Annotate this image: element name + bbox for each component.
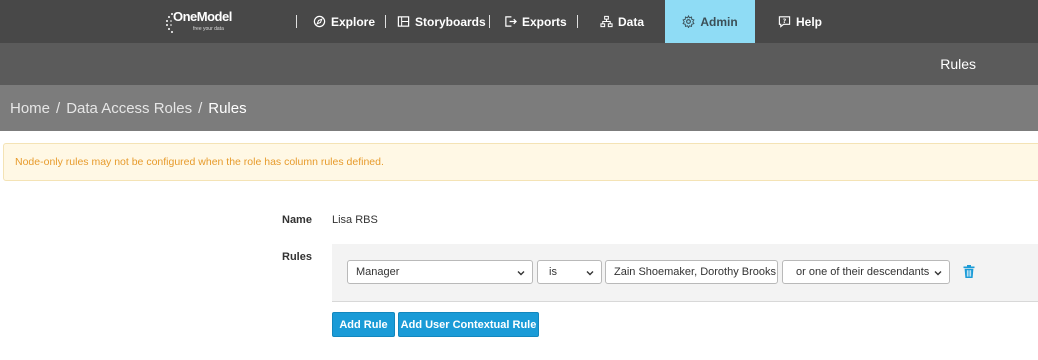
breadcrumb-home[interactable]: Home	[10, 100, 50, 117]
nav-separator	[577, 15, 578, 28]
rule-operator-value: is	[549, 266, 557, 278]
rule-operator-select[interactable]: is	[537, 260, 602, 284]
nav-separator	[385, 15, 386, 28]
rule-values-input[interactable]: Zain Shoemaker, Dorothy Brooks	[605, 260, 778, 284]
nav-data-label: Data	[618, 14, 645, 29]
rule-field-select[interactable]: Manager	[347, 260, 533, 284]
gear-icon	[682, 15, 695, 28]
compass-icon	[313, 15, 326, 28]
chevron-down-icon	[517, 271, 525, 276]
nav-admin-label: Admin	[700, 14, 738, 29]
nav-separator	[296, 15, 297, 28]
add-user-contextual-rule-button[interactable]: Add User Contextual Rule	[398, 312, 539, 337]
nav-help-label: Help	[796, 14, 823, 29]
breadcrumb: Home / Data Access Roles / Rules	[0, 85, 1038, 131]
nav-storyboards-label: Storyboards	[415, 14, 486, 29]
page-title: Rules	[940, 56, 976, 72]
warning-alert: Node-only rules may not be configured wh…	[3, 143, 1038, 181]
help-chat-icon: ?	[778, 16, 791, 28]
rules-label: Rules	[282, 251, 312, 263]
chevron-down-icon	[586, 271, 594, 276]
nav-exports-label: Exports	[522, 14, 567, 29]
rule-scope-value: or one of their descendants	[796, 266, 930, 278]
add-rule-button[interactable]: Add Rule	[332, 312, 395, 337]
rule-values-text: Zain Shoemaker, Dorothy Brooks	[614, 266, 777, 278]
breadcrumb-separator: /	[56, 99, 61, 117]
nav-storyboards[interactable]: Storyboards	[397, 0, 486, 43]
warning-text: Node-only rules may not be configured wh…	[15, 156, 384, 168]
title-bar: Rules	[0, 43, 1038, 85]
brand-name: OneModel	[173, 9, 232, 24]
brand-tagline: free your data	[193, 26, 224, 32]
sitemap-icon	[600, 15, 613, 28]
nav-separator	[489, 15, 490, 28]
breadcrumb-data-access-roles[interactable]: Data Access Roles	[66, 100, 192, 117]
nav-exports[interactable]: Exports	[504, 0, 567, 43]
nav-help[interactable]: ? Help	[778, 0, 822, 43]
top-nav: OneModel free your data Explore Storyboa…	[0, 0, 1038, 43]
name-value: Lisa RBS	[332, 214, 378, 226]
rule-scope-select[interactable]: or one of their descendants	[782, 260, 950, 284]
nav-admin[interactable]: Admin	[665, 0, 755, 43]
breadcrumb-separator: /	[198, 99, 203, 117]
nav-explore-label: Explore	[331, 14, 376, 29]
rule-field-value: Manager	[356, 266, 400, 278]
svg-text:?: ?	[783, 18, 787, 25]
brand-logo[interactable]: OneModel free your data	[163, 9, 233, 35]
export-icon	[505, 16, 517, 27]
nav-data[interactable]: Data	[600, 0, 644, 43]
nav-explore[interactable]: Explore	[313, 0, 375, 43]
name-label: Name	[282, 214, 312, 226]
storyboard-icon	[397, 16, 410, 27]
breadcrumb-current: Rules	[208, 99, 247, 117]
trash-icon[interactable]	[963, 265, 975, 278]
chevron-down-icon	[934, 271, 942, 276]
